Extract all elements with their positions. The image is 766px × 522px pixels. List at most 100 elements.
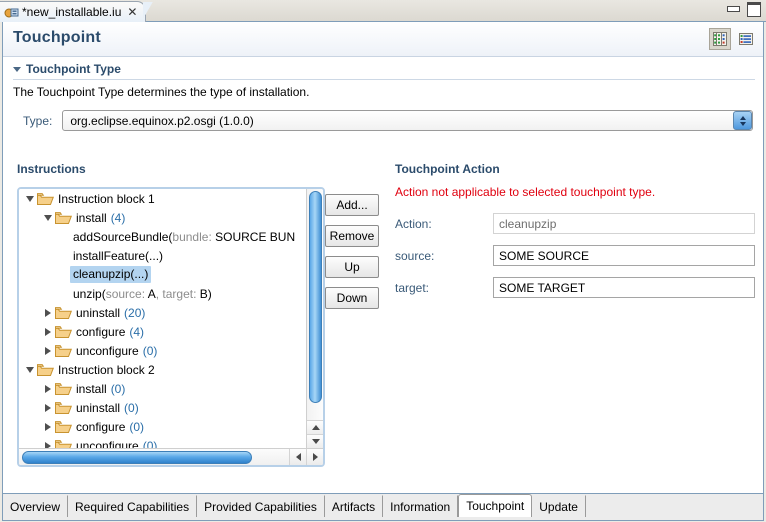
tree-item-label: uninstall xyxy=(76,305,121,320)
page-title: Touchpoint xyxy=(13,29,101,46)
touchpoint-type-section-title: Touchpoint Type xyxy=(26,62,121,76)
instruction-buttons: Add... Remove Up Down xyxy=(325,194,383,309)
action-fields: Action: cleanupzip source: SOME SOURCE targe… xyxy=(395,213,755,298)
chevron-down-icon[interactable] xyxy=(41,214,55,221)
chevron-down-icon[interactable] xyxy=(13,66,21,72)
horizontal-scrollbar[interactable] xyxy=(19,448,323,465)
form-header-toolbar xyxy=(709,28,757,50)
tree-row[interactable]: install (4) xyxy=(19,208,306,227)
action-field-row: Action: cleanupzip xyxy=(395,213,755,234)
arrow-down-icon[interactable] xyxy=(307,434,323,448)
folder-open-icon xyxy=(55,439,73,448)
remove-button[interactable]: Remove xyxy=(325,225,379,247)
instructions-label: Instructions xyxy=(17,162,86,176)
folder-open-icon xyxy=(55,344,73,358)
tree-row[interactable]: cleanupzip(...) xyxy=(19,265,306,284)
tab-artifacts[interactable]: Artifacts xyxy=(324,495,384,517)
action-warning-message: Action not applicable to selected touchp… xyxy=(395,185,656,199)
instructions-tree-panel[interactable]: Instruction block 1 install (4) addSourceBu… xyxy=(17,187,325,467)
tree-item-label: unconfigure xyxy=(76,438,139,449)
window-bottom-edge xyxy=(2,517,764,521)
editor-page-tabs: Overview Required Capabilities Provided Ca… xyxy=(2,493,764,518)
up-button[interactable]: Up xyxy=(325,256,379,278)
editor-tab-new-installable-iu[interactable]: *new_installable.iu ✕ xyxy=(0,1,156,23)
folder-open-icon xyxy=(55,306,73,320)
tree-row[interactable]: addSourceBundle(bundle: SOURCE BUN xyxy=(19,227,306,246)
arrow-right-icon[interactable] xyxy=(306,449,323,465)
horizontal-scrollbar-thumb[interactable] xyxy=(22,451,252,464)
maximize-icon[interactable] xyxy=(746,2,761,17)
tree-item-count: (0) xyxy=(142,438,158,449)
tab-update[interactable]: Update xyxy=(532,495,586,517)
columns-view-icon[interactable] xyxy=(709,28,731,50)
touchpoint-type-section-header[interactable]: Touchpoint Type xyxy=(13,62,755,80)
tree-row[interactable]: unzip(source: A, target: B) xyxy=(19,284,306,303)
tree-row[interactable]: Instruction block 2 xyxy=(19,360,306,379)
tree-row[interactable]: configure (4) xyxy=(19,322,306,341)
touchpoint-type-description: The Touchpoint Type determines the type … xyxy=(13,85,310,99)
tree-item-label: addSourceBundle(bundle: SOURCE BUN xyxy=(73,229,296,244)
folder-open-icon xyxy=(55,401,73,415)
tree-row[interactable]: unconfigure (0) xyxy=(19,436,306,448)
tab-information[interactable]: Information xyxy=(383,495,459,517)
arrow-left-icon[interactable] xyxy=(289,449,306,465)
chevron-right-icon[interactable] xyxy=(41,327,55,336)
window-controls xyxy=(726,2,761,17)
chevron-right-icon[interactable] xyxy=(41,422,55,431)
tree-item-count: (0) xyxy=(110,381,126,396)
tree-item-label: configure xyxy=(76,419,126,434)
close-icon[interactable]: ✕ xyxy=(127,6,137,18)
tree-row[interactable]: unconfigure (0) xyxy=(19,341,306,360)
folder-open-icon xyxy=(55,325,73,339)
folder-open-icon xyxy=(55,211,73,225)
tab-touchpoint[interactable]: Touchpoint xyxy=(458,494,533,518)
instructions-tree[interactable]: Instruction block 1 install (4) addSourceBu… xyxy=(19,189,306,448)
form-header: Touchpoint xyxy=(3,22,763,57)
list-view-icon[interactable] xyxy=(735,28,757,50)
chevron-right-icon[interactable] xyxy=(41,403,55,412)
add-button[interactable]: Add... xyxy=(325,194,379,216)
chevron-right-icon[interactable] xyxy=(41,346,55,355)
type-combo[interactable]: org.eclipse.equinox.p2.osgi (1.0.0) xyxy=(62,110,753,131)
tree-item-label: Instruction block 2 xyxy=(58,362,155,377)
chevron-right-icon[interactable] xyxy=(41,308,55,317)
target-field[interactable]: SOME TARGET xyxy=(493,277,755,298)
tree-item-label: configure xyxy=(76,324,126,339)
tab-required-capabilities[interactable]: Required Capabilities xyxy=(68,495,198,517)
chevron-down-icon[interactable] xyxy=(23,366,37,373)
tree-row[interactable]: Instruction block 1 xyxy=(19,189,306,208)
chevron-right-icon[interactable] xyxy=(41,384,55,393)
type-combo-value: org.eclipse.equinox.p2.osgi (1.0.0) xyxy=(70,113,254,128)
source-field[interactable]: SOME SOURCE xyxy=(493,245,755,266)
folder-open-icon xyxy=(37,192,55,206)
editor-window: *new_installable.iu ✕ Touchpoint Touchpo… xyxy=(0,0,766,522)
source-field-label: source: xyxy=(395,248,435,263)
vertical-scrollbar[interactable] xyxy=(306,189,323,448)
form-editor-body: Touchpoint Touchpoint Type The Touchpoin… xyxy=(2,22,764,497)
tree-row[interactable]: installFeature(...) xyxy=(19,246,306,265)
chevron-down-icon[interactable] xyxy=(23,195,37,202)
tree-item-count: (0) xyxy=(129,419,145,434)
tab-overview[interactable]: Overview xyxy=(3,495,69,517)
tree-row[interactable]: uninstall (0) xyxy=(19,398,306,417)
folder-open-icon xyxy=(37,363,55,377)
spinner-updown-icon[interactable] xyxy=(733,111,752,130)
tab-provided-capabilities[interactable]: Provided Capabilities xyxy=(197,495,325,517)
tree-item-label: cleanupzip(...) xyxy=(70,266,152,283)
arrow-up-icon[interactable] xyxy=(307,420,323,434)
down-button[interactable]: Down xyxy=(325,287,379,309)
touchpoint-action-panel: Action not applicable to selected touchp… xyxy=(395,185,755,309)
editor-tab-title: *new_installable.iu xyxy=(22,5,122,19)
vertical-scrollbar-thumb[interactable] xyxy=(309,191,322,403)
tree-row[interactable]: install (0) xyxy=(19,379,306,398)
tree-item-label: install xyxy=(76,210,107,225)
tree-item-count: (4) xyxy=(129,324,145,339)
minimize-icon[interactable] xyxy=(726,2,740,14)
source-field-row: source: SOME SOURCE xyxy=(395,245,755,266)
tree-row[interactable]: uninstall (20) xyxy=(19,303,306,322)
tree-item-label: unconfigure xyxy=(76,343,139,358)
tree-row[interactable]: configure (0) xyxy=(19,417,306,436)
tree-item-label: Instruction block 1 xyxy=(58,191,155,206)
tree-item-count: (20) xyxy=(124,305,146,320)
touchpoint-action-label: Touchpoint Action xyxy=(395,162,500,176)
